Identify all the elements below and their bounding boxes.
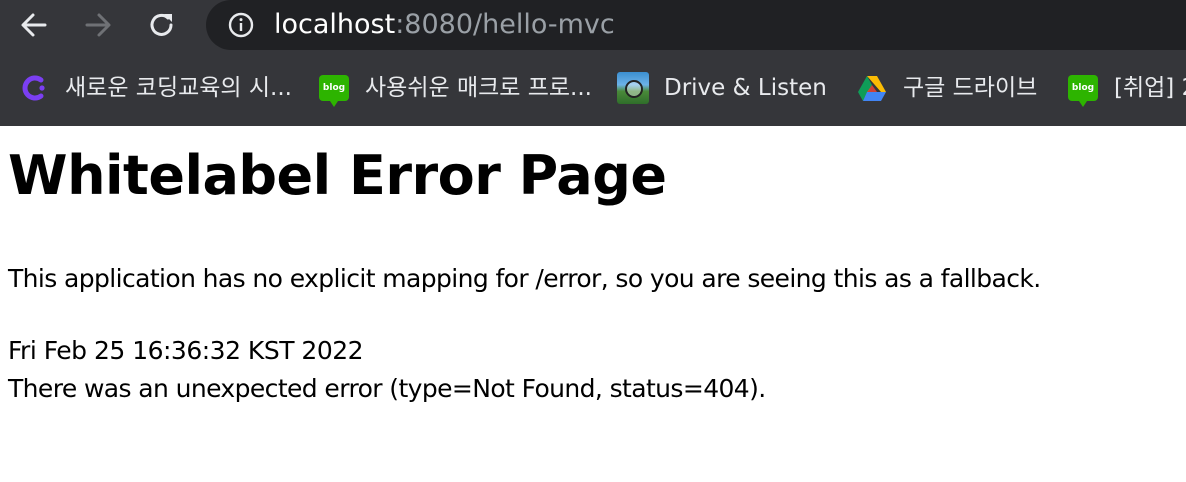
url-host: localhost bbox=[274, 9, 396, 40]
info-circle-icon[interactable] bbox=[228, 12, 254, 38]
error-message: There was an unexpected error (type=Not … bbox=[8, 374, 766, 403]
forward-button[interactable] bbox=[80, 7, 116, 43]
error-timestamp: Fri Feb 25 16:36:32 KST 2022 bbox=[8, 336, 364, 365]
url-text[interactable]: localhost:8080/hello-mvc bbox=[274, 8, 615, 42]
blog-icon: blog bbox=[318, 72, 350, 107]
bookmark-label: 새로운 코딩교육의 시... bbox=[65, 75, 292, 101]
arrow-left-icon bbox=[21, 13, 47, 37]
bookmark-google-drive[interactable]: 구글 드라이브 bbox=[856, 69, 1037, 107]
bookmark-codeit[interactable]: 새로운 코딩교육의 시... bbox=[18, 69, 292, 107]
page-title: Whitelabel Error Page bbox=[8, 144, 667, 207]
browser-chrome: localhost:8080/hello-mvc 새로운 코딩교육의 시... … bbox=[0, 0, 1186, 126]
bookmark-drive-listen[interactable]: Drive & Listen bbox=[617, 69, 827, 107]
blog-icon: blog bbox=[1067, 72, 1099, 107]
error-description: This application has no explicit mapping… bbox=[8, 264, 1041, 293]
back-button[interactable] bbox=[16, 7, 52, 43]
bookmark-label: [취업] 2 bbox=[1114, 75, 1186, 101]
reload-button[interactable] bbox=[144, 7, 180, 43]
arrow-right-icon bbox=[85, 13, 111, 37]
bookmark-job-blog[interactable]: blog [취업] 2 bbox=[1067, 69, 1186, 107]
reload-icon bbox=[150, 13, 173, 36]
page-content: Whitelabel Error Page This application h… bbox=[0, 126, 1186, 482]
url-path: :8080/hello-mvc bbox=[395, 9, 615, 40]
bookmarks-bar: 새로운 코딩교육의 시... blog 사용쉬운 매크로 프로... Drive… bbox=[0, 50, 1186, 126]
bookmark-label: 구글 드라이브 bbox=[903, 75, 1038, 101]
bookmark-label: 사용쉬운 매크로 프로... bbox=[365, 75, 592, 101]
bookmark-label: Drive & Listen bbox=[664, 75, 827, 101]
browser-toolbar: localhost:8080/hello-mvc bbox=[0, 0, 1186, 50]
address-bar[interactable]: localhost:8080/hello-mvc bbox=[206, 0, 1186, 50]
bookmark-macro-blog[interactable]: blog 사용쉬운 매크로 프로... bbox=[318, 69, 592, 107]
drive-listen-icon bbox=[617, 72, 649, 104]
google-drive-icon bbox=[856, 72, 888, 104]
codeit-c-icon bbox=[18, 72, 50, 104]
